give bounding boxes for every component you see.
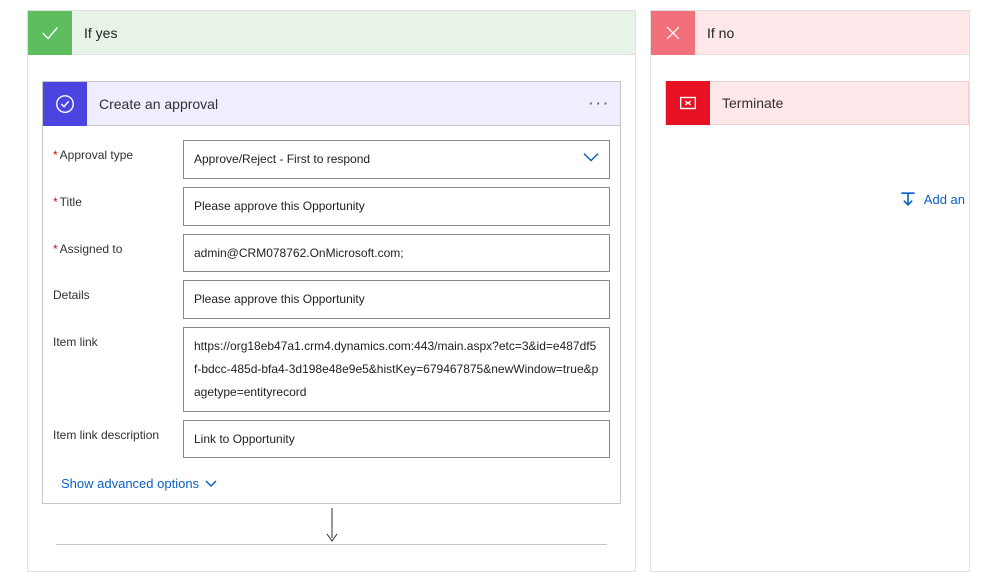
add-action-link[interactable]: Add an [665, 189, 969, 209]
approval-icon [43, 82, 87, 126]
terminate-card[interactable]: Terminate [665, 81, 969, 125]
branch-if-yes: If yes Create an approval ··· App [27, 10, 636, 572]
add-action-label: Add an [924, 192, 965, 207]
more-icon[interactable]: ··· [580, 96, 620, 111]
chevron-down-icon [205, 476, 217, 491]
title-label: Title [53, 187, 183, 209]
branch-yes-title: If yes [72, 25, 117, 41]
title-input[interactable]: Please approve this Opportunity [183, 187, 610, 226]
create-approval-header[interactable]: Create an approval ··· [43, 82, 620, 126]
approval-type-label: Approval type [53, 140, 183, 162]
approval-type-value: Approve/Reject - First to respond [194, 152, 370, 166]
details-input[interactable]: Please approve this Opportunity [183, 280, 610, 319]
approval-type-dropdown[interactable]: Approve/Reject - First to respond [183, 140, 610, 179]
chevron-down-icon [583, 148, 599, 171]
branch-yes-header[interactable]: If yes [28, 11, 635, 55]
branch-if-no: If no Terminate [650, 10, 970, 572]
create-approval-title: Create an approval [87, 96, 580, 112]
item-link-input[interactable]: https://org18eb47a1.crm4.dynamics.com:44… [183, 327, 610, 411]
connector-arrow-icon [42, 504, 621, 544]
branch-no-title: If no [695, 25, 734, 41]
item-link-label: Item link [53, 327, 183, 349]
show-advanced-options-label: Show advanced options [61, 476, 199, 491]
terminate-title: Terminate [710, 95, 783, 111]
branch-no-header[interactable]: If no [651, 11, 969, 55]
insert-step-icon [898, 189, 918, 209]
assigned-to-label: Assigned to [53, 234, 183, 256]
terminate-icon [666, 81, 710, 125]
item-link-desc-input[interactable]: Link to Opportunity [183, 420, 610, 459]
item-link-desc-label: Item link description [53, 420, 183, 442]
close-icon [651, 11, 695, 55]
details-label: Details [53, 280, 183, 302]
create-approval-card: Create an approval ··· Approval type App… [42, 81, 621, 504]
assigned-to-input[interactable]: admin@CRM078762.OnMicrosoft.com; [183, 234, 610, 273]
next-step-divider [56, 544, 607, 545]
check-icon [28, 11, 72, 55]
show-advanced-options-link[interactable]: Show advanced options [61, 476, 217, 491]
